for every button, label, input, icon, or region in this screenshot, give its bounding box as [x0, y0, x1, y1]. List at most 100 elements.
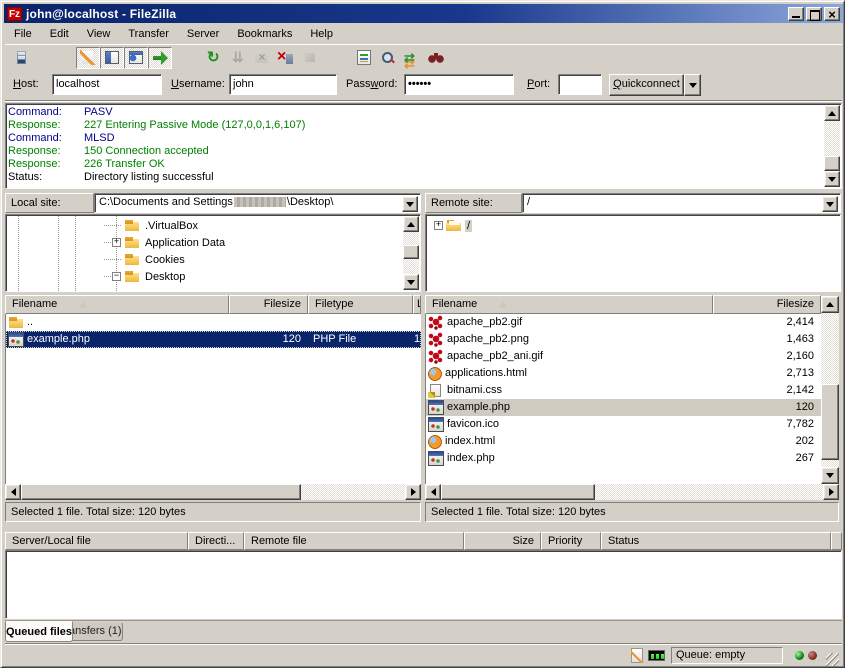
- local-site-combo-arrow[interactable]: [402, 196, 418, 212]
- file-icon: [428, 435, 442, 449]
- tree-expander[interactable]: +: [112, 238, 121, 247]
- remote-site-label: Remote site:: [425, 193, 522, 213]
- Bookmarks-menu[interactable]: Bookmarks: [228, 26, 301, 42]
- toggle-remote-tree-button[interactable]: [124, 47, 148, 69]
- toolbar-button[interactable]: [175, 47, 199, 69]
- remote-col-filesize[interactable]: Filesize: [713, 295, 821, 314]
- local-hscroll-right[interactable]: [405, 484, 421, 500]
- resize-grip[interactable]: [826, 653, 839, 666]
- local-tree-scroll-up[interactable]: [403, 216, 419, 232]
- toolbar-button[interactable]: [325, 47, 349, 69]
- queue-col-size[interactable]: Size: [464, 532, 541, 550]
- disconnect-button[interactable]: [274, 47, 298, 69]
- /-tree-item[interactable]: + /: [426, 217, 822, 234]
- Help-menu[interactable]: Help: [301, 26, 342, 42]
- speed-limits-icon[interactable]: [648, 650, 665, 661]
- remote-hscroll-thumb[interactable]: [441, 484, 595, 500]
- title-bar[interactable]: Fz john@localhost - FileZilla: [4, 4, 843, 23]
- refresh-button[interactable]: [202, 47, 226, 69]
- quickconnect-dropdown[interactable]: [684, 74, 701, 96]
- queue-col-direction[interactable]: Directi...: [188, 532, 244, 550]
- example.php-remote-row[interactable]: example.php 120: [426, 399, 821, 416]
- Server-menu[interactable]: Server: [178, 26, 228, 42]
- remote-site-combo[interactable]: /: [522, 193, 841, 213]
- example.php-local-row[interactable]: example.php 120 PHP File 1: [6, 331, 421, 348]
- local-col-filetype[interactable]: Filetype: [308, 295, 413, 314]
- local-col-modified[interactable]: L: [413, 295, 421, 314]
- remote-col-filename[interactable]: Filename: [425, 295, 713, 314]
- remote-site-combo-arrow[interactable]: [822, 196, 838, 212]
- local-site-combo[interactable]: C:\Documents and Settings\Desktop\: [94, 193, 421, 213]
- close-button[interactable]: [824, 7, 840, 21]
- site-manager-button[interactable]: [9, 47, 33, 69]
- remote-scroll-down[interactable]: [821, 467, 839, 484]
- tree-expander[interactable]: −: [112, 272, 121, 281]
- tree-expander[interactable]: +: [434, 221, 443, 230]
- cancel-button[interactable]: [250, 47, 274, 69]
- toggle-local-tree-button[interactable]: [100, 47, 124, 69]
- refresh-icon: [206, 50, 222, 65]
- local-hscroll-left[interactable]: [5, 484, 21, 500]
- reconnect-button[interactable]: [298, 47, 322, 69]
- log-line: Response: 227 Entering Passive Mode (127…: [8, 119, 822, 132]
- queue-col-remote-file[interactable]: Remote file: [244, 532, 464, 550]
- username-input[interactable]: john: [229, 74, 337, 95]
- toggle-queue-icon: [152, 50, 168, 65]
- ApplicationData-tree-item[interactable]: + Application Data: [6, 234, 402, 251]
- transfer-type-icon[interactable]: [631, 648, 644, 663]
- ..-local-row[interactable]: ..: [6, 314, 421, 331]
- queue-col-status[interactable]: Status: [601, 532, 831, 550]
- Desktop-tree-item[interactable]: − Desktop: [6, 268, 402, 285]
- remote-hscroll-right[interactable]: [823, 484, 839, 500]
- View-menu[interactable]: View: [78, 26, 120, 42]
- Cookies-tree-item[interactable]: Cookies: [6, 251, 402, 268]
- .VirtualBox-tree-item[interactable]: .VirtualBox: [6, 217, 402, 234]
- Edit-menu[interactable]: Edit: [41, 26, 78, 42]
- queue-list[interactable]: [5, 550, 842, 619]
- port-input[interactable]: [558, 74, 602, 95]
- Queuedfiles-tab[interactable]: Queued files: [5, 621, 73, 642]
- sync-browsing-button[interactable]: [400, 47, 424, 69]
- maximize-button[interactable]: [806, 7, 822, 21]
- filezilla-window: Fz john@localhost - FileZilla FileEditVi…: [0, 0, 845, 668]
- remote-scroll-thumb[interactable]: [821, 384, 839, 460]
- toolbar-button[interactable]: [49, 47, 73, 69]
- remote-hscroll-left[interactable]: [425, 484, 441, 500]
- log-scroll-up[interactable]: [824, 105, 840, 121]
- process-queue-button[interactable]: [226, 47, 250, 69]
- Transfer-menu[interactable]: Transfer: [119, 26, 178, 42]
- local-hscroll-thumb[interactable]: [21, 484, 301, 500]
- password-input[interactable]: ••••••: [404, 74, 514, 95]
- log-scroll-thumb[interactable]: [824, 156, 840, 171]
- find-button[interactable]: [424, 47, 448, 69]
- File-menu[interactable]: File: [5, 26, 41, 42]
- filter-button[interactable]: [352, 47, 376, 69]
- index.html-remote-row[interactable]: index.html 202: [426, 433, 821, 450]
- log-scroll-down[interactable]: [824, 171, 840, 187]
- local-tree-scroll-thumb[interactable]: [403, 245, 419, 259]
- index.php-remote-row[interactable]: index.php 267: [426, 450, 821, 467]
- local-col-filesize[interactable]: Filesize: [229, 295, 308, 314]
- site-manager-dropdown-button[interactable]: [33, 47, 46, 69]
- quickconnect-bar: Host: localhost Username: john Password:…: [5, 70, 842, 101]
- toggle-log-button[interactable]: [76, 47, 100, 69]
- minimize-button[interactable]: [788, 7, 804, 21]
- toggle-queue-button[interactable]: [148, 47, 172, 69]
- local-tree-scroll-down[interactable]: [403, 274, 419, 290]
- quickconnect-button[interactable]: Quickconnect: [609, 74, 684, 96]
- compare-button[interactable]: [376, 47, 400, 69]
- host-input[interactable]: localhost: [52, 74, 162, 95]
- favicon.ico-remote-row[interactable]: favicon.ico 7,782: [426, 416, 821, 433]
- apache_pb2.png-remote-row[interactable]: apache_pb2.png 1,463: [426, 331, 821, 348]
- disconnect-icon: [278, 50, 294, 65]
- apache_pb2_ani.gif-remote-row[interactable]: apache_pb2_ani.gif 2,160: [426, 348, 821, 365]
- local-col-filename[interactable]: Filename: [5, 295, 229, 314]
- remote-scroll-up[interactable]: [821, 296, 839, 313]
- apache_pb2.gif-remote-row[interactable]: apache_pb2.gif 2,414: [426, 314, 821, 331]
- bitnami.css-remote-row[interactable]: bitnami.css 2,142: [426, 382, 821, 399]
- applications.html-remote-row[interactable]: applications.html 2,713: [426, 365, 821, 382]
- queue-col-local-file[interactable]: Server/Local file: [5, 532, 188, 550]
- queue-col-spacer: [831, 532, 842, 550]
- username-label: Username:: [171, 78, 225, 90]
- queue-col-priority[interactable]: Priority: [541, 532, 601, 550]
